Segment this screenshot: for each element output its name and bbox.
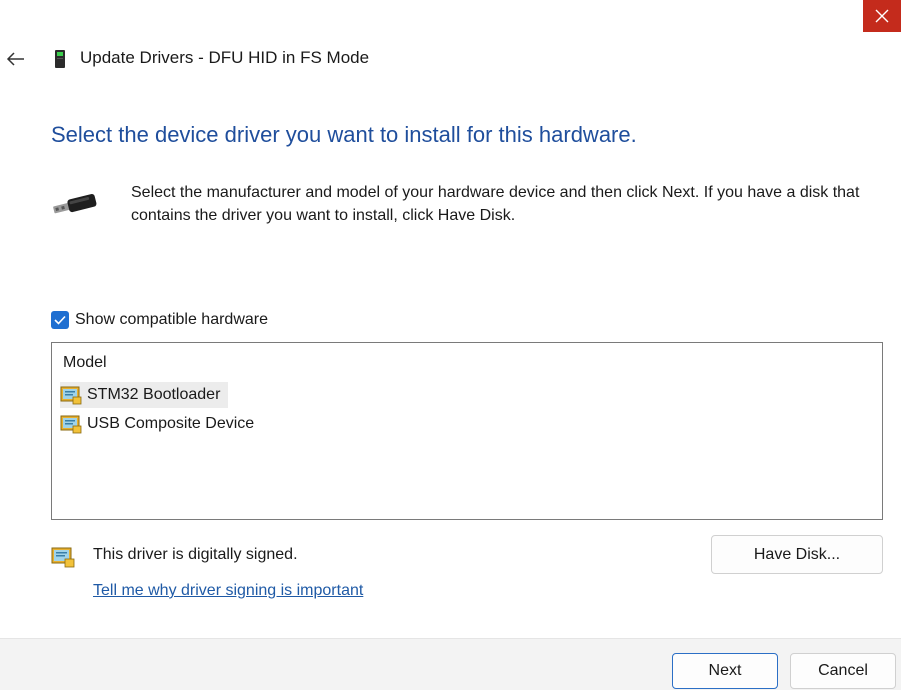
window-title: Update Drivers - DFU HID in FS Mode bbox=[80, 48, 370, 67]
signed-driver-icon bbox=[60, 415, 82, 434]
update-drivers-window: Update Drivers - DFU HID in FS Mode Sele… bbox=[0, 0, 901, 690]
dialog-footer: Next Cancel bbox=[0, 638, 901, 690]
list-item-label: STM32 Bootloader bbox=[87, 386, 221, 403]
usb-plug-icon bbox=[53, 193, 97, 214]
model-list[interactable]: Model STM32 Bootloader USB Composite Dev… bbox=[51, 342, 883, 520]
driver-signed-status: This driver is digitally signed. bbox=[93, 546, 298, 563]
back-arrow-icon bbox=[6, 52, 24, 66]
list-item-usb-composite-device[interactable]: USB Composite Device bbox=[60, 411, 262, 437]
show-compatible-hardware-checkbox[interactable]: Show compatible hardware bbox=[51, 311, 268, 329]
instructions-text: Select the manufacturer and model of you… bbox=[131, 184, 860, 224]
model-column-header[interactable]: Model bbox=[63, 354, 107, 372]
page-heading: Select the device driver you want to ins… bbox=[51, 122, 637, 147]
close-button[interactable] bbox=[863, 0, 901, 32]
driver-signing-info-link[interactable]: Tell me why driver signing is important bbox=[93, 582, 363, 600]
close-icon bbox=[875, 9, 889, 23]
list-item-stm32-bootloader[interactable]: STM32 Bootloader bbox=[60, 382, 229, 408]
device-icon bbox=[55, 50, 65, 68]
checkmark-icon bbox=[54, 315, 66, 325]
signed-driver-icon bbox=[60, 386, 82, 405]
list-item-label: USB Composite Device bbox=[87, 415, 255, 432]
have-disk-button[interactable]: Have Disk... bbox=[711, 535, 883, 574]
back-button[interactable] bbox=[4, 47, 28, 71]
cancel-button[interactable]: Cancel bbox=[790, 653, 896, 689]
next-button[interactable]: Next bbox=[672, 653, 778, 689]
checkbox-checked[interactable] bbox=[51, 311, 69, 329]
signed-driver-icon bbox=[51, 547, 75, 568]
show-compatible-hardware-label: Show compatible hardware bbox=[75, 311, 268, 328]
